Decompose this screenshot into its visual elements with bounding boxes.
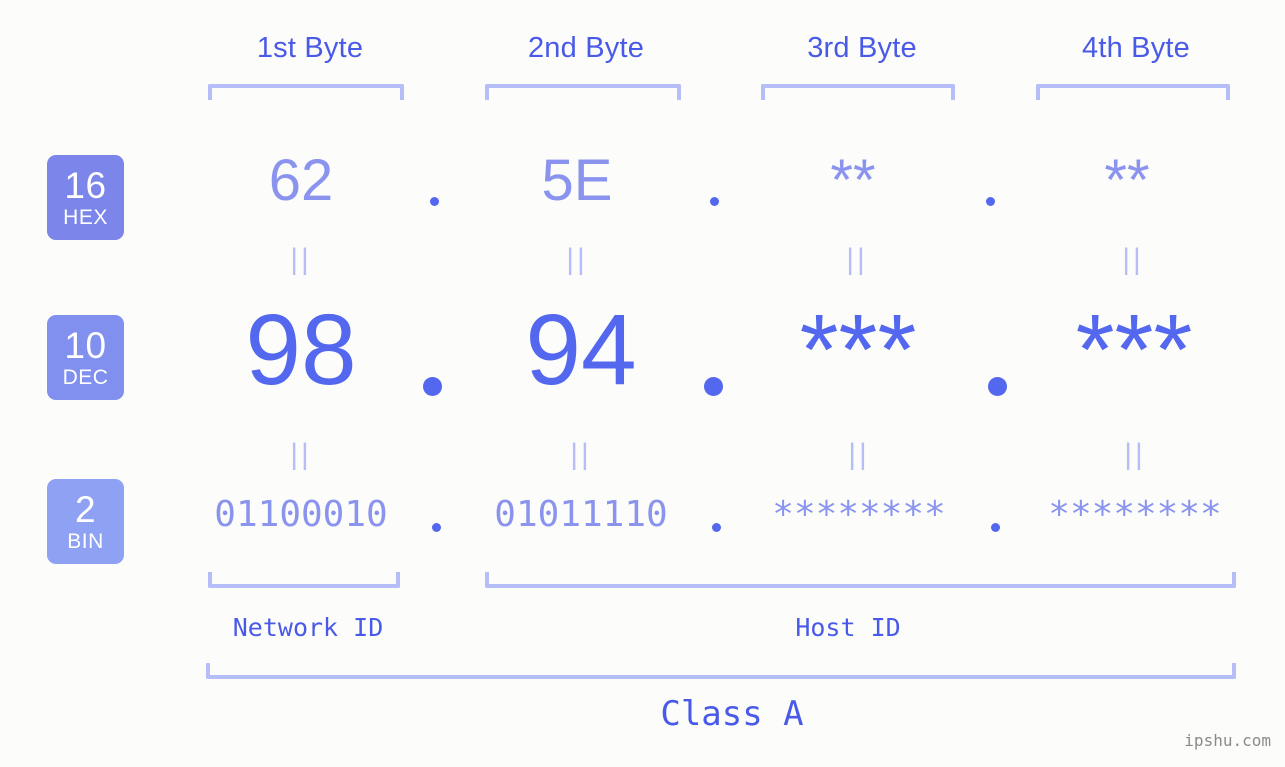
equivalence-mark-dec-bin-3: || — [848, 438, 870, 471]
bin-separator-dot-2 — [712, 523, 721, 532]
bin-byte-4: ******** — [1048, 494, 1222, 535]
base-badge-hex: 16 HEX — [47, 155, 124, 240]
byte-header-1: 1st Byte — [256, 32, 364, 64]
bin-byte-1: 01100010 — [214, 494, 388, 535]
equivalence-mark-hex-dec-1: || — [290, 243, 312, 276]
host-id-label: Host ID — [795, 613, 901, 642]
base-badge-bin: 2 BIN — [47, 479, 124, 564]
base-badge-bin-number: 2 — [74, 489, 97, 530]
equivalence-mark-hex-dec-4: || — [1122, 243, 1144, 276]
hex-separator-dot-1 — [430, 197, 439, 206]
byte-bracket-top-4 — [1036, 84, 1230, 100]
hex-byte-1: 62 — [268, 148, 334, 213]
network-id-bracket — [208, 572, 400, 588]
hex-separator-dot-3 — [986, 197, 995, 206]
byte-header-4: 4th Byte — [1082, 32, 1190, 64]
equivalence-mark-dec-bin-4: || — [1124, 438, 1146, 471]
base-badge-hex-abbr: HEX — [63, 206, 108, 229]
site-watermark: ipshu.com — [1184, 731, 1271, 750]
class-label: Class A — [660, 694, 804, 734]
network-id-label: Network ID — [232, 613, 384, 642]
bin-byte-3: ******** — [772, 494, 946, 535]
dec-separator-dot-1 — [423, 377, 442, 396]
dec-separator-dot-3 — [988, 377, 1007, 396]
byte-bracket-top-1 — [208, 84, 404, 100]
host-id-bracket — [485, 572, 1236, 588]
byte-header-2: 2nd Byte — [527, 32, 645, 64]
ip-address-breakdown-diagram: 1st Byte 2nd Byte 3rd Byte 4th Byte 16 H… — [0, 0, 1285, 767]
base-badge-dec: 10 DEC — [47, 315, 124, 400]
class-bracket — [206, 663, 1236, 679]
equivalence-mark-hex-dec-2: || — [566, 243, 588, 276]
equivalence-mark-dec-bin-1: || — [290, 438, 312, 471]
byte-bracket-top-2 — [485, 84, 681, 100]
hex-byte-2: 5E — [541, 148, 613, 213]
equivalence-mark-dec-bin-2: || — [570, 438, 592, 471]
byte-bracket-top-3 — [761, 84, 955, 100]
byte-header-3: 3rd Byte — [807, 32, 917, 64]
base-badge-dec-number: 10 — [64, 325, 107, 366]
dec-separator-dot-2 — [704, 377, 723, 396]
dec-byte-2: 94 — [525, 294, 637, 406]
dec-byte-4: *** — [1075, 294, 1193, 406]
dec-byte-1: 98 — [245, 294, 357, 406]
base-badge-dec-abbr: DEC — [62, 366, 109, 389]
hex-byte-3: ** — [830, 148, 876, 213]
bin-separator-dot-3 — [991, 523, 1000, 532]
base-badge-bin-abbr: BIN — [67, 530, 104, 553]
hex-separator-dot-2 — [710, 197, 719, 206]
equivalence-mark-hex-dec-3: || — [846, 243, 868, 276]
base-badge-hex-number: 16 — [64, 165, 107, 206]
dec-byte-3: *** — [799, 294, 917, 406]
hex-byte-4: ** — [1104, 148, 1150, 213]
bin-byte-2: 01011110 — [494, 494, 668, 535]
bin-separator-dot-1 — [432, 523, 441, 532]
